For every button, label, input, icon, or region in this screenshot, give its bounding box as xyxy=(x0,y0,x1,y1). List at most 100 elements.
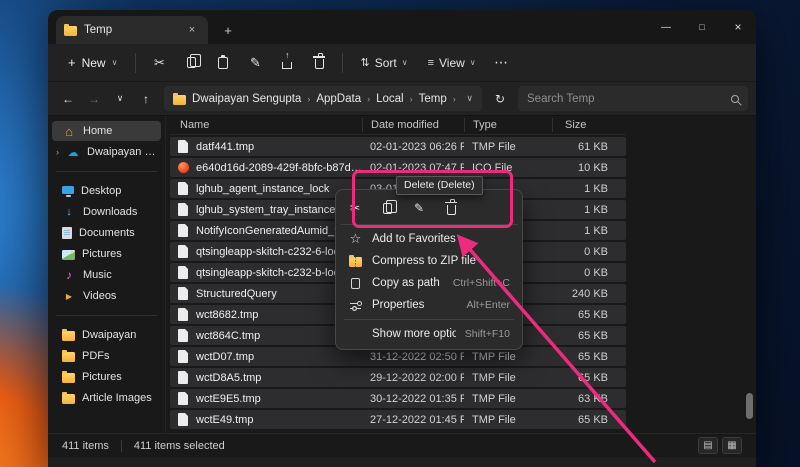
view-button[interactable]: ≡ View ∨ xyxy=(419,48,485,78)
sidebar-item-pdfs[interactable]: PDFs xyxy=(52,346,161,366)
breadcrumb-chevron-icon[interactable]: › xyxy=(410,94,413,104)
new-button[interactable]: + New ∨ xyxy=(58,48,127,78)
file-size: 0 KB xyxy=(552,246,618,258)
file-size: 1 KB xyxy=(552,225,618,237)
minimize-button[interactable]: — xyxy=(648,10,684,44)
breadcrumb-item[interactable]: AppData xyxy=(316,93,361,105)
sort-button-label: Sort xyxy=(375,56,397,70)
sidebar-item-article-images[interactable]: Article Images xyxy=(52,388,161,408)
selected-count: 411 items selected xyxy=(134,440,225,452)
file-row[interactable]: wctE9E5.tmp30-12-2022 01:35 PMTMP File63… xyxy=(170,389,626,408)
file-icon-cell xyxy=(170,266,196,279)
tab-title: Temp xyxy=(84,24,177,36)
file-icon-cell xyxy=(170,182,196,195)
breadcrumb-item[interactable]: Dwaipayan Sengupta xyxy=(192,93,301,105)
breadcrumb-chevron-icon[interactable]: › xyxy=(453,94,456,104)
file-row[interactable]: wctD8A5.tmp29-12-2022 02:00 PMTMP File65… xyxy=(170,368,626,387)
scrollbar-thumb[interactable] xyxy=(746,393,753,419)
paste-icon xyxy=(218,57,228,69)
chevron-right-icon[interactable]: › xyxy=(56,147,59,157)
videos-icon: ▶ xyxy=(62,289,76,303)
share-button[interactable] xyxy=(272,48,302,78)
file-name: wctD8A5.tmp xyxy=(196,372,362,384)
pictures-icon xyxy=(62,250,75,260)
file-page-icon xyxy=(178,413,188,426)
recent-locations-button[interactable]: ∨ xyxy=(108,87,132,111)
menu-item-add-to-favorites[interactable]: ☆ Add to Favorites xyxy=(340,228,518,250)
sidebar-item-onedrive[interactable]: ›☁Dwaipayan - Per xyxy=(52,142,161,162)
new-tab-button[interactable]: + xyxy=(216,18,240,42)
forward-button[interactable]: → xyxy=(82,87,106,111)
search-box[interactable] xyxy=(518,86,748,111)
sort-icon: ⇅ xyxy=(360,56,369,69)
copy-button[interactable] xyxy=(176,48,206,78)
delete-button[interactable] xyxy=(304,48,334,78)
sidebar-item-pictures-2[interactable]: Pictures xyxy=(52,367,161,387)
breadcrumb[interactable]: Dwaipayan Sengupta › AppData › Local › Temp › ∨ xyxy=(164,86,482,111)
more-options-button[interactable]: ⋯ xyxy=(487,48,517,78)
file-page-icon xyxy=(178,266,188,279)
menu-item-shortcut: Shift+F10 xyxy=(465,328,510,340)
tab-close-icon[interactable]: × xyxy=(184,22,200,38)
sidebar-item-pictures[interactable]: Pictures xyxy=(52,244,161,264)
column-header-type[interactable]: Type xyxy=(464,118,552,132)
breadcrumb-chevron-icon[interactable]: › xyxy=(307,94,310,104)
file-icon-cell xyxy=(170,162,196,173)
paste-button[interactable] xyxy=(208,48,238,78)
sidebar-item-label: Videos xyxy=(83,290,116,302)
cut-button[interactable]: ✂ xyxy=(144,48,174,78)
downloads-icon: ↓ xyxy=(62,205,76,219)
file-size: 65 KB xyxy=(552,414,618,426)
file-size: 65 KB xyxy=(552,351,618,363)
file-page-icon xyxy=(178,392,188,405)
menu-item-icon: ☆ xyxy=(348,232,363,246)
maximize-button[interactable]: □ xyxy=(684,10,720,44)
breadcrumb-item[interactable]: Temp xyxy=(419,93,447,105)
sidebar-item-videos[interactable]: ▶ Videos xyxy=(52,286,161,306)
file-icon-cell xyxy=(170,392,196,405)
tab-temp[interactable]: Temp × xyxy=(56,16,208,44)
sidebar-item-documents[interactable]: Documents xyxy=(52,223,161,243)
file-row[interactable]: datf441.tmp02-01-2023 06:26 PMTMP File61… xyxy=(170,137,626,156)
sidebar-item-label: Documents xyxy=(79,227,135,239)
scrollbar[interactable] xyxy=(745,138,753,429)
breadcrumb-item[interactable]: Local xyxy=(376,93,404,105)
file-name: wctE9E5.tmp xyxy=(196,393,362,405)
file-row[interactable]: wctE49.tmp27-12-2022 01:45 PMTMP File65 … xyxy=(170,410,626,429)
menu-item-copy-as-path[interactable]: Copy as pathCtrl+Shift+C xyxy=(340,272,518,294)
sidebar-item-desktop[interactable]: Desktop xyxy=(52,181,161,201)
sidebar-item-label: Pictures xyxy=(82,248,122,260)
command-toolbar: + New ∨ ✂ ✎ ⇅ Sort ∨ ≡ View ∨ ⋯ xyxy=(48,44,756,82)
onedrive-icon: ☁ xyxy=(66,145,80,159)
rename-button[interactable]: ✎ xyxy=(240,48,270,78)
sidebar-item-label: Dwaipayan xyxy=(82,329,136,341)
sidebar-item-downloads[interactable]: ↓Downloads xyxy=(52,202,161,222)
menu-item-icon xyxy=(348,255,363,267)
close-button[interactable]: × xyxy=(720,10,756,44)
thumbnail-view-button[interactable]: ▦ xyxy=(722,437,742,454)
sidebar-item-music[interactable]: ♪Music xyxy=(52,265,161,285)
address-dropdown-icon[interactable]: ∨ xyxy=(466,93,473,104)
sort-button[interactable]: ⇅ Sort ∨ xyxy=(351,48,416,78)
menu-item-label: Compress to ZIP file xyxy=(372,255,476,267)
column-header-date-modified[interactable]: Date modified xyxy=(362,118,464,132)
up-button[interactable]: ↑ xyxy=(134,87,158,111)
menu-item-properties[interactable]: PropertiesAlt+Enter xyxy=(340,294,518,316)
refresh-button[interactable]: ↻ xyxy=(488,87,512,111)
menu-item-label: Add to Favorites xyxy=(372,233,456,245)
sidebar-item-dwaipayan[interactable]: Dwaipayan xyxy=(52,325,161,345)
breadcrumb-chevron-icon[interactable]: › xyxy=(367,94,370,104)
details-view-button[interactable]: ▤ xyxy=(698,437,718,454)
file-type: TMP File xyxy=(464,372,552,384)
menu-item-show-more-options[interactable]: Show more optionsShift+F10 xyxy=(340,323,518,345)
sidebar-item-home[interactable]: ⌂Home xyxy=(52,121,161,141)
file-page-icon xyxy=(178,182,188,195)
menu-item-compress-to-zip[interactable]: Compress to ZIP file xyxy=(340,250,518,272)
column-header-size[interactable]: Size xyxy=(552,118,622,132)
search-input[interactable] xyxy=(527,93,731,105)
status-separator xyxy=(121,440,122,452)
column-header-name[interactable]: Name xyxy=(170,118,362,132)
back-button[interactable]: ← xyxy=(56,87,80,111)
rename-icon: ✎ xyxy=(248,56,262,70)
items-count: 411 items xyxy=(62,440,109,452)
